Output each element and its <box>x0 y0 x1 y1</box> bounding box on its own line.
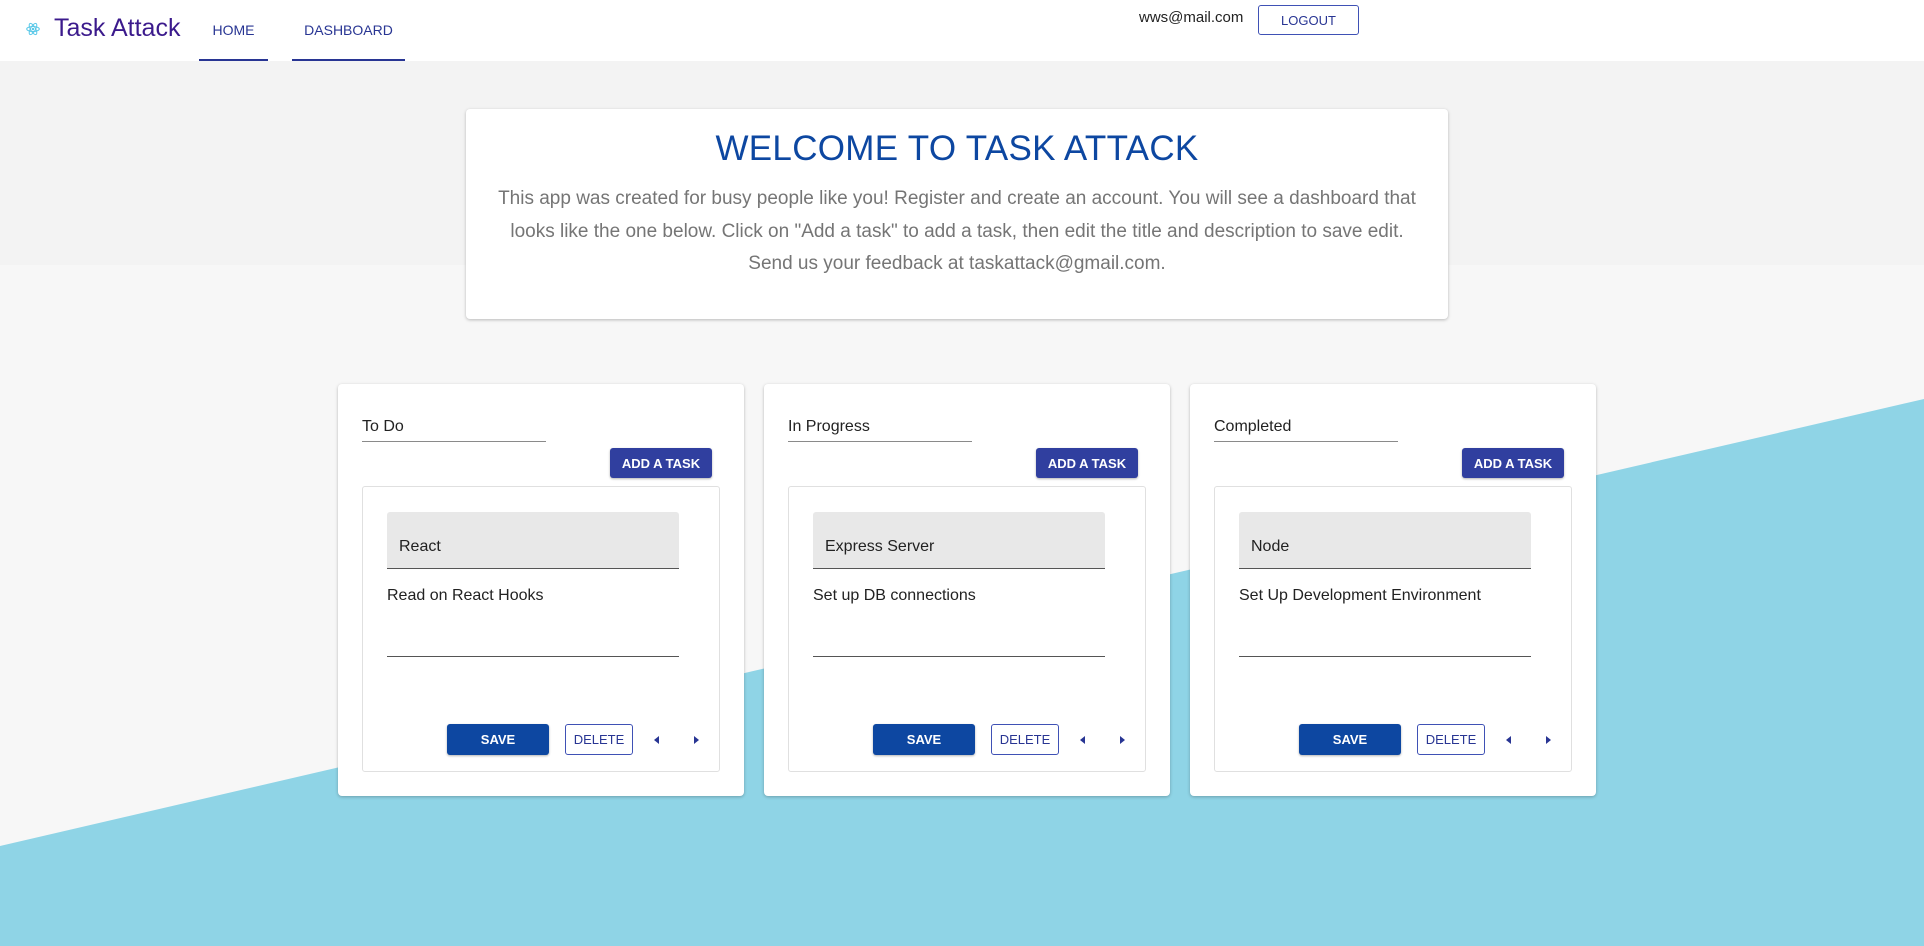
save-button[interactable]: SAVE <box>873 724 975 755</box>
column-title[interactable]: Completed <box>1214 412 1398 442</box>
column-to-do: To Do ADD A TASK React Read on React Hoo… <box>338 384 744 796</box>
move-left-button[interactable] <box>1071 728 1095 752</box>
add-task-button[interactable]: ADD A TASK <box>1036 448 1138 478</box>
caret-left-icon <box>1080 736 1085 744</box>
top-navbar: Task Attack HOME DASHBOARD wws@mail.com … <box>0 0 1924 61</box>
column-in-progress: In Progress ADD A TASK Express Server Se… <box>764 384 1170 796</box>
delete-button[interactable]: DELETE <box>1417 724 1485 755</box>
logout-button[interactable]: LOGOUT <box>1258 5 1359 35</box>
column-completed: Completed ADD A TASK Node Set Up Develop… <box>1190 384 1596 796</box>
move-left-button[interactable] <box>1497 728 1521 752</box>
brand[interactable]: Task Attack <box>26 14 180 43</box>
move-left-button[interactable] <box>645 728 669 752</box>
move-right-button[interactable] <box>1536 728 1560 752</box>
task-description-field[interactable]: Read on React Hooks <box>387 579 679 657</box>
caret-right-icon <box>694 736 699 744</box>
move-right-button[interactable] <box>684 728 708 752</box>
welcome-heading: WELCOME TO TASK ATTACK <box>715 129 1199 168</box>
delete-button[interactable]: DELETE <box>991 724 1059 755</box>
column-title[interactable]: In Progress <box>788 412 972 442</box>
move-right-button[interactable] <box>1110 728 1134 752</box>
react-atom-icon <box>26 22 40 36</box>
task-card: Node Set Up Development Environment SAVE… <box>1214 486 1572 772</box>
task-title-field[interactable]: Node <box>1239 512 1531 569</box>
delete-button[interactable]: DELETE <box>565 724 633 755</box>
caret-right-icon <box>1120 736 1125 744</box>
column-title[interactable]: To Do <box>362 412 546 442</box>
caret-left-icon <box>1506 736 1511 744</box>
app-title: Task Attack <box>54 14 181 42</box>
welcome-card: WELCOME TO TASK ATTACK This app was crea… <box>466 109 1448 319</box>
task-description-field[interactable]: Set up DB connections <box>813 579 1105 657</box>
user-email: wws@mail.com <box>1139 9 1244 26</box>
tab-dashboard[interactable]: DASHBOARD <box>292 0 405 61</box>
task-description-field[interactable]: Set Up Development Environment <box>1239 579 1531 657</box>
add-task-button[interactable]: ADD A TASK <box>610 448 712 478</box>
save-button[interactable]: SAVE <box>1299 724 1401 755</box>
task-card: Express Server Set up DB connections SAV… <box>788 486 1146 772</box>
task-card: React Read on React Hooks SAVE DELETE <box>362 486 720 772</box>
add-task-button[interactable]: ADD A TASK <box>1462 448 1564 478</box>
tab-home[interactable]: HOME <box>199 0 268 61</box>
save-button[interactable]: SAVE <box>447 724 549 755</box>
task-title-field[interactable]: React <box>387 512 679 569</box>
caret-right-icon <box>1546 736 1551 744</box>
welcome-text: This app was created for busy people lik… <box>498 188 1416 274</box>
caret-left-icon <box>654 736 659 744</box>
task-title-field[interactable]: Express Server <box>813 512 1105 569</box>
